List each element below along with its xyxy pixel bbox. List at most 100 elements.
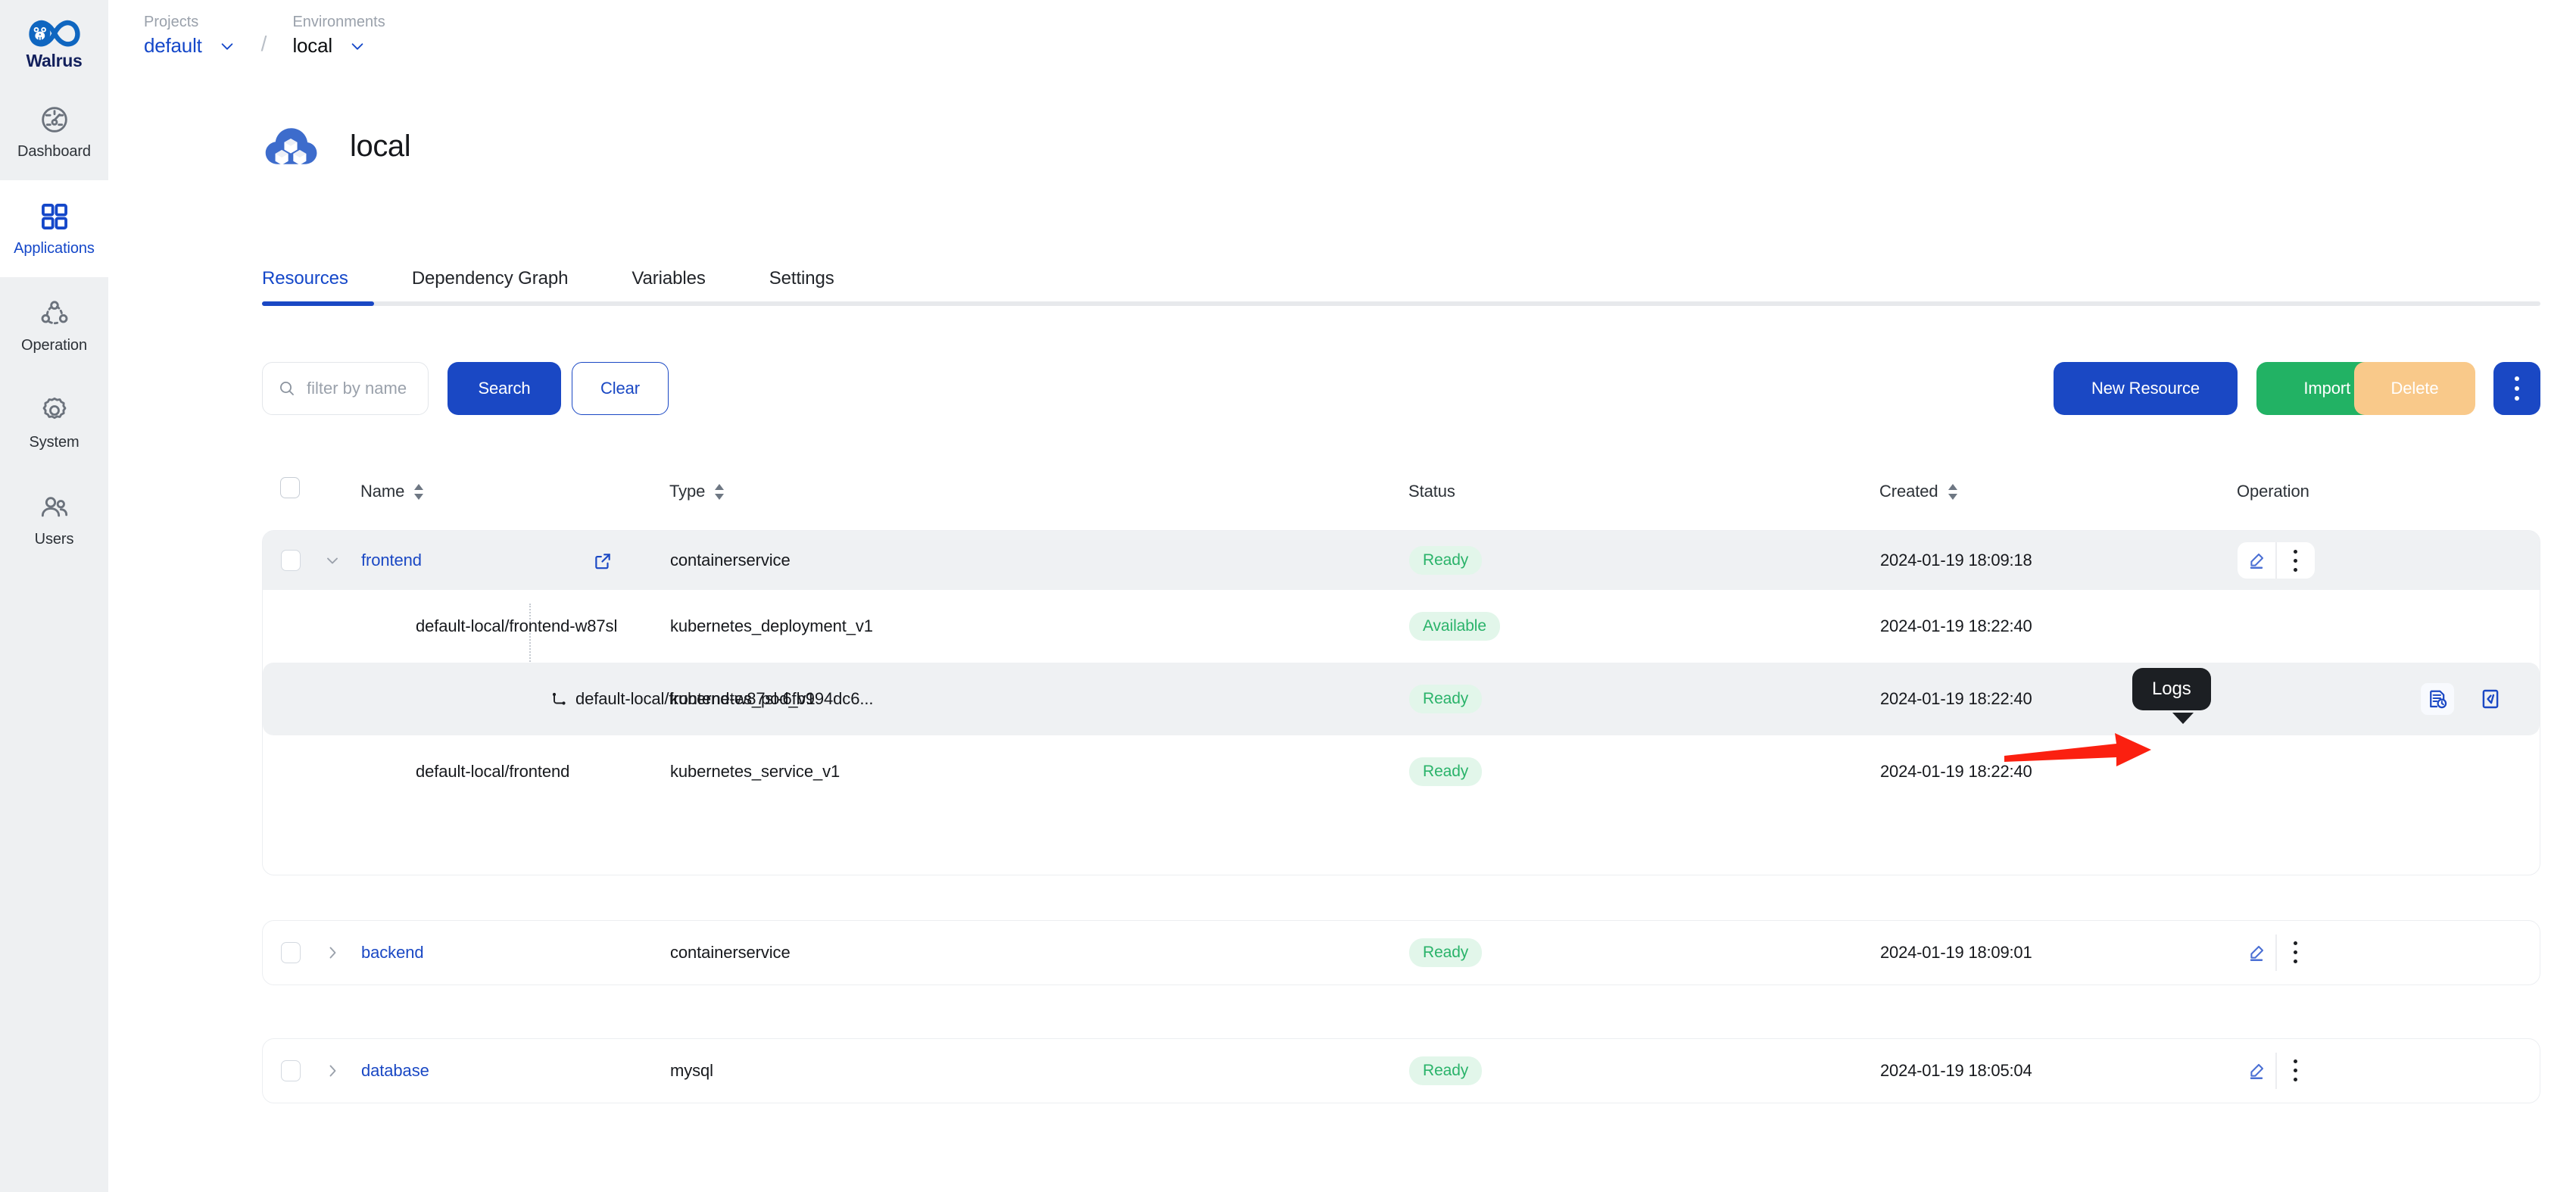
- row-more-button[interactable]: [2277, 542, 2315, 579]
- status-badge: Ready: [1409, 546, 1483, 575]
- column-header-label: Name: [360, 482, 405, 501]
- row-operations: [2421, 683, 2507, 715]
- chevron-right-icon: [329, 1065, 336, 1076]
- sidebar-item-users[interactable]: Users: [0, 471, 108, 568]
- chevron-down-icon: [221, 42, 233, 50]
- tab-active-indicator: [262, 301, 374, 306]
- page-title-row: local: [262, 117, 411, 175]
- row-operations: [2238, 1052, 2315, 1089]
- sidebar-item-label: System: [29, 433, 80, 451]
- chevron-down-icon: [327, 557, 338, 564]
- status-badge: Ready: [1409, 757, 1483, 786]
- column-header-status: Status: [1408, 473, 1455, 510]
- table-row[interactable]: frontend containerservice Ready 2024-01-…: [263, 531, 2540, 590]
- tab-variables[interactable]: Variables: [632, 268, 705, 306]
- row-operations: [2238, 542, 2315, 579]
- walrus-infinity-logo-icon: [28, 20, 80, 47]
- toolbar-more-button[interactable]: [2493, 362, 2540, 415]
- logs-tooltip-tail: [2172, 713, 2194, 724]
- more-vertical-icon: [2294, 1059, 2297, 1081]
- sidebar-item-label: Applications: [14, 239, 95, 257]
- table-row[interactable]: database mysql Ready 2024-01-19 18:05:04: [263, 1039, 2540, 1102]
- page-title: local: [350, 129, 411, 163]
- edit-button[interactable]: [2238, 542, 2275, 579]
- row-checkbox[interactable]: [281, 941, 301, 963]
- sidebar-item-operation[interactable]: Operation: [0, 277, 108, 374]
- table-row[interactable]: backend containerservice Ready 2024-01-1…: [263, 921, 2540, 984]
- resource-name-link[interactable]: frontend: [361, 551, 422, 570]
- created-timestamp: 2024-01-19 18:22:40: [1880, 689, 2032, 708]
- column-header-type[interactable]: Type: [669, 473, 725, 510]
- chevron-right-icon: [329, 947, 336, 958]
- external-link-icon[interactable]: [593, 551, 611, 569]
- tab-dependency-graph[interactable]: Dependency Graph: [412, 268, 569, 306]
- clear-button[interactable]: Clear: [572, 362, 669, 415]
- search-field-wrapper[interactable]: [262, 362, 429, 415]
- resource-name-link[interactable]: backend: [361, 943, 424, 963]
- sort-icon: [1948, 483, 1958, 500]
- edit-icon: [2250, 553, 2264, 569]
- environment-value: local: [292, 34, 332, 57]
- created-timestamp: 2024-01-19 18:05:04: [1880, 1060, 2032, 1080]
- new-resource-button[interactable]: New Resource: [2054, 362, 2238, 415]
- resource-name: default-local/frontend-w87sl: [416, 616, 618, 635]
- search-icon: [280, 382, 294, 395]
- breadcrumb-project: Projects default: [144, 14, 235, 58]
- table-header: Name Type Status Created Operation: [262, 473, 2540, 510]
- breadcrumb-project-label: Projects: [144, 14, 199, 30]
- row-checkbox[interactable]: [281, 550, 301, 571]
- tree-branch-arrow-icon: [550, 691, 567, 707]
- row-more-button[interactable]: [2277, 935, 2315, 971]
- logs-button[interactable]: [2421, 683, 2454, 715]
- delete-button[interactable]: Delete: [2354, 362, 2475, 415]
- resource-group-backend: backend containerservice Ready 2024-01-1…: [262, 920, 2540, 985]
- column-header-name[interactable]: Name: [360, 473, 424, 510]
- tab-settings[interactable]: Settings: [769, 268, 834, 306]
- resource-group-database: database mysql Ready 2024-01-19 18:05:04: [262, 1038, 2540, 1103]
- dashboard-icon: [39, 104, 70, 136]
- row-more-button[interactable]: [2277, 1053, 2315, 1089]
- project-selector[interactable]: default: [144, 34, 235, 58]
- tabbar: Resources Dependency Graph Variables Set…: [262, 268, 2540, 306]
- table-row[interactable]: default-local/frontend kubernetes_servic…: [263, 735, 2540, 808]
- expand-toggle[interactable]: [322, 942, 343, 963]
- resource-name: default-local/frontend: [416, 762, 570, 781]
- terminal-icon: [2482, 689, 2499, 709]
- status-badge: Ready: [1409, 1056, 1483, 1085]
- applications-icon: [39, 201, 70, 232]
- terminal-button[interactable]: [2474, 683, 2507, 715]
- created-timestamp: 2024-01-19 18:22:40: [1880, 616, 2032, 635]
- brand-logo[interactable]: Walrus: [0, 0, 108, 83]
- select-all-checkbox[interactable]: [280, 477, 300, 498]
- expand-toggle[interactable]: [322, 550, 343, 571]
- edit-button[interactable]: [2238, 935, 2275, 971]
- column-header-created[interactable]: Created: [1879, 473, 1958, 510]
- more-vertical-icon: [2294, 549, 2297, 572]
- column-header-operation: Operation: [2237, 473, 2309, 510]
- more-vertical-icon: [2515, 376, 2519, 401]
- table-row[interactable]: default-local/frontend-w87sl kubernetes_…: [263, 590, 2540, 663]
- created-timestamp: 2024-01-19 18:09:18: [1880, 551, 2032, 569]
- annotation-arrow-icon: [2004, 733, 2151, 766]
- sidebar-item-system[interactable]: System: [0, 374, 108, 471]
- search-input[interactable]: [307, 379, 413, 398]
- breadcrumb-environment: Environments local: [292, 14, 385, 58]
- tab-resources[interactable]: Resources: [262, 268, 348, 306]
- status-badge: Ready: [1409, 938, 1483, 967]
- resource-name-link[interactable]: database: [361, 1061, 429, 1081]
- sort-icon: [413, 483, 424, 500]
- expand-toggle[interactable]: [322, 1060, 343, 1081]
- environment-selector[interactable]: local: [292, 34, 385, 58]
- resource-type: mysql: [670, 1060, 713, 1080]
- row-operations: [2238, 934, 2315, 971]
- status-badge: Available: [1409, 612, 1500, 641]
- search-button[interactable]: Search: [448, 362, 561, 415]
- sidebar-item-applications[interactable]: Applications: [0, 180, 108, 277]
- row-checkbox[interactable]: [281, 1059, 301, 1081]
- project-value: default: [144, 34, 202, 57]
- sidebar-item-label: Dashboard: [17, 142, 91, 160]
- edit-button[interactable]: [2238, 1053, 2275, 1089]
- edit-icon: [2250, 945, 2264, 961]
- sidebar-item-dashboard[interactable]: Dashboard: [0, 83, 108, 180]
- resource-type: containerservice: [670, 551, 791, 569]
